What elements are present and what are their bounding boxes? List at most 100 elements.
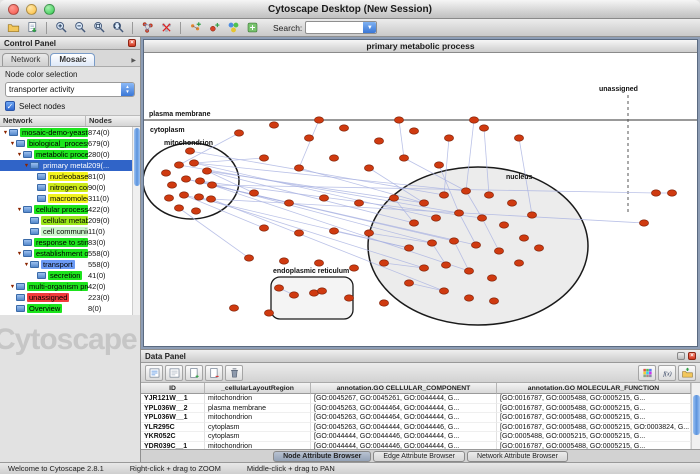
network-node[interactable] [206,196,215,202]
network-node[interactable] [409,128,418,134]
network-node[interactable] [202,168,211,174]
network-node[interactable] [404,245,413,251]
tree-item-cell-communica[interactable]: cell communica...11(0) [0,226,132,237]
network-node[interactable] [317,288,326,294]
tree-item-transport[interactable]: ▼transport558(0) [0,259,132,270]
expander-icon[interactable]: ▼ [16,152,23,158]
add-node-button[interactable] [205,20,223,36]
table-row[interactable]: YJR121W__1mitochondrion[GO:0045267, GO:0… [141,394,691,404]
zoom-fit-button[interactable] [109,20,127,36]
table-row[interactable]: YLR295Ccytoplasm[GO:0045263, GO:0044444,… [141,423,691,433]
delete-attribute-button[interactable] [205,365,223,381]
network-node[interactable] [394,117,403,123]
open-network-button[interactable] [4,20,22,36]
tree-item-nucleobase[interactable]: nucleobase...81(0) [0,171,132,182]
table-row[interactable]: YKR052Ccytoplasm[GO:0044444, GO:0044446,… [141,432,691,442]
network-node[interactable] [185,148,194,154]
column-header[interactable]: ID [141,383,205,394]
network-node[interactable] [419,265,428,271]
network-node[interactable] [234,130,243,136]
close-data-panel-icon[interactable]: × [688,352,696,360]
expander-icon[interactable]: ▼ [16,251,23,257]
expander-icon[interactable]: ▼ [23,163,30,169]
network-node[interactable] [494,248,503,254]
network-node[interactable] [379,260,388,266]
tree-item-cellular-metabo[interactable]: cellular metabo...209(0) [0,215,132,226]
network-node[interactable] [439,192,448,198]
matrix-button[interactable] [638,365,656,381]
expander-icon[interactable]: ▼ [9,284,16,290]
network-overview-button[interactable] [138,20,156,36]
node-color-dropdown[interactable]: transporter activity ▲▼ [5,82,135,97]
network-node[interactable] [431,215,440,221]
tree-item-response-to-stimul[interactable]: response to stimul83(0) [0,237,132,248]
network-node[interactable] [259,225,268,231]
network-node[interactable] [489,298,498,304]
select-nodes-checkbox[interactable]: ✓ Select nodes [5,101,135,111]
unselect-attributes-button[interactable] [165,365,183,381]
network-node[interactable] [514,135,523,141]
vizmapper-button[interactable] [224,20,242,36]
column-header[interactable]: _cellularLayoutRegion [205,383,311,394]
search-dropdown-button[interactable]: ▼ [363,22,376,33]
network-node[interactable] [319,195,328,201]
import-attributes-button[interactable] [678,365,696,381]
network-node[interactable] [284,200,293,206]
network-node[interactable] [229,305,238,311]
network-node[interactable] [444,135,453,141]
network-node[interactable] [244,255,253,261]
tab-scroll-right-icon[interactable]: ▶ [131,57,138,66]
network-node[interactable] [164,195,173,201]
network-canvas[interactable]: plasma membranecytoplasmmitochondrionnuc… [144,53,697,346]
tree-item-nitrogen-compo[interactable]: nitrogen compo...90(0) [0,182,132,193]
network-node[interactable] [439,288,448,294]
network-node[interactable] [167,182,176,188]
zoom-out-button[interactable] [71,20,89,36]
column-header[interactable]: annotation.GO CELLULAR_COMPONENT [311,383,497,394]
network-node[interactable] [507,200,516,206]
network-node[interactable] [314,260,323,266]
tree-header-nodes[interactable]: Nodes [86,116,140,126]
tree-scrollbar[interactable] [132,127,140,315]
tree-item-biological-process[interactable]: ▼biological_process679(0) [0,138,132,149]
network-node[interactable] [264,310,273,316]
plugin-button[interactable] [243,20,261,36]
network-node[interactable] [181,176,190,182]
tree-item-macromolecule[interactable]: macromolecule...311(0) [0,193,132,204]
network-node[interactable] [349,265,358,271]
network-node[interactable] [249,190,258,196]
network-node[interactable] [289,292,298,298]
network-node[interactable] [464,295,473,301]
network-edge[interactable] [179,208,249,258]
network-edge[interactable] [299,168,424,203]
network-node[interactable] [484,192,493,198]
network-node[interactable] [419,200,428,206]
network-node[interactable] [194,194,203,200]
network-node[interactable] [329,155,338,161]
network-node[interactable] [499,222,508,228]
network-node[interactable] [409,220,418,226]
network-node[interactable] [514,260,523,266]
network-node[interactable] [339,125,348,131]
expander-icon[interactable]: ▼ [9,141,16,147]
tree-header-network[interactable]: Network [0,116,86,126]
network-node[interactable] [469,117,478,123]
network-node[interactable] [667,190,676,196]
tree-item-secretion[interactable]: secretion41(0) [0,270,132,281]
dropdown-arrows-icon[interactable]: ▲▼ [121,83,134,96]
network-node[interactable] [259,155,268,161]
table-scrollbar[interactable] [691,383,700,449]
network-node[interactable] [454,210,463,216]
tree-item-overview[interactable]: Overview8(0) [0,303,132,314]
zoom-window-button[interactable] [44,4,55,15]
checkbox-checked-icon[interactable]: ✓ [5,101,15,111]
tree-item-mosaic-demo-yeast[interactable]: ▼mosaic-demo-yeast874(0) [0,127,132,138]
network-node[interactable] [479,125,488,131]
tab-edge-attribute-browser[interactable]: Edge Attribute Browser [373,451,465,462]
titlebar[interactable]: Cytoscape Desktop (New Session) [0,0,700,19]
tree-item-cellular-process[interactable]: ▼cellular process422(0) [0,204,132,215]
expander-icon[interactable]: ▼ [23,262,30,268]
network-node[interactable] [374,138,383,144]
tab-mosaic[interactable]: Mosaic [50,53,95,66]
search-input[interactable]: ▼ [305,21,377,34]
